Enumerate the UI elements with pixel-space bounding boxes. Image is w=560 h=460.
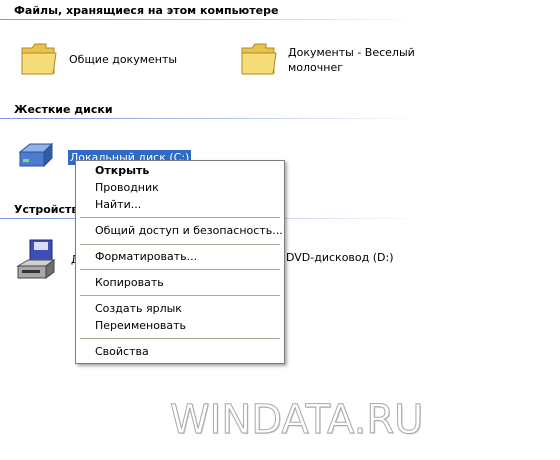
group-divider [0,19,420,20]
menu-item-format[interactable]: Форматировать... [95,250,197,264]
group-divider [0,118,420,119]
dvd-drive-label: DVD-дисковод (D:) [286,251,394,264]
menu-item-create-shortcut[interactable]: Создать ярлык [95,302,182,316]
group-header-stored-files: Файлы, хранящиеся на этом компьютере [14,4,279,17]
user-documents-item[interactable]: Документы - Веселый молочнег [240,40,420,80]
floppy-drive-icon [16,239,56,279]
menu-separator [80,269,280,270]
shared-documents-label: Общие документы [69,53,178,66]
menu-item-explorer[interactable]: Проводник [95,181,159,195]
context-menu: Открыть Проводник Найти... Общий доступ … [75,160,285,364]
menu-item-properties[interactable]: Свойства [95,345,149,359]
user-documents-label-line1: Документы - Веселый [288,46,415,59]
group-header-hard-disks: Жесткие диски [14,103,113,116]
menu-item-find[interactable]: Найти... [95,198,141,212]
hard-drive-icon [18,142,54,168]
shared-documents-item[interactable]: Общие документы [20,40,180,80]
folder-icon [241,43,277,75]
user-documents-label-line2: молочнег [288,61,344,74]
watermark-text: WINDATA.RU [169,397,424,444]
menu-item-copy[interactable]: Копировать [95,276,164,290]
menu-item-open[interactable]: Открыть [95,164,149,178]
menu-separator [80,217,280,218]
folder-icon [21,43,57,75]
menu-separator [80,338,280,339]
menu-separator [80,244,280,245]
menu-item-rename[interactable]: Переименовать [95,319,186,333]
menu-item-sharing[interactable]: Общий доступ и безопасность... [95,224,283,238]
menu-separator [80,295,280,296]
